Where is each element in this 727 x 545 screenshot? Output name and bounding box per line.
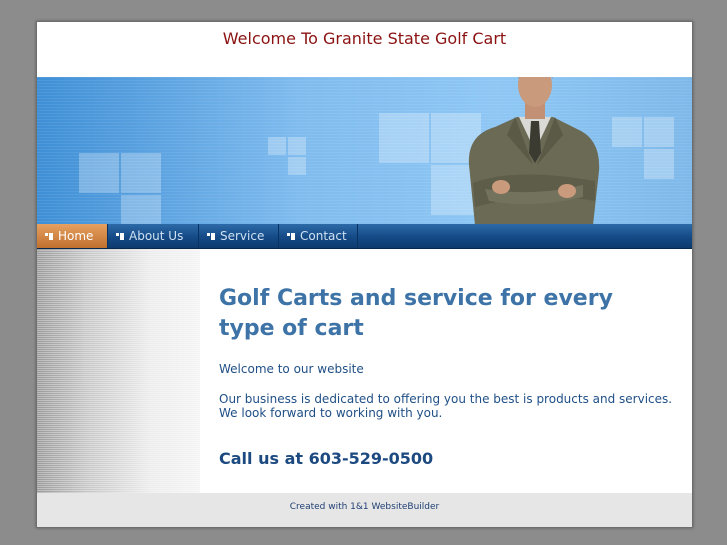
nav-service-label: Service	[220, 229, 265, 243]
page-container: Welcome To Granite State Golf Cart Home …	[36, 21, 693, 528]
banner-square	[379, 113, 429, 163]
nav-home[interactable]: Home	[37, 224, 108, 248]
nav-service[interactable]: Service	[199, 224, 279, 248]
intro-paragraph: Our business is dedicated to offering yo…	[219, 392, 673, 420]
banner-square	[612, 117, 642, 147]
nav-bullet-icon	[116, 233, 124, 240]
banner-square	[644, 149, 674, 179]
sidebar	[37, 249, 200, 493]
nav-about-us-label: About Us	[129, 229, 184, 243]
nav-contact[interactable]: Contact	[279, 224, 358, 248]
footer-credit-link[interactable]: Created with 1&1 WebsiteBuilder	[290, 502, 439, 512]
nav-home-label: Home	[58, 229, 94, 243]
banner-square	[121, 153, 161, 193]
businessman-image	[468, 77, 600, 225]
banner-square	[268, 137, 286, 155]
banner-square	[288, 157, 306, 175]
nav-contact-label: Contact	[300, 229, 347, 243]
footer: Created with 1&1 WebsiteBuilder	[37, 493, 692, 527]
banner-square	[79, 153, 119, 193]
main-content: Golf Carts and service for every type of…	[219, 284, 674, 468]
banner-square	[644, 117, 674, 147]
site-title: Welcome To Granite State Golf Cart	[222, 29, 507, 48]
page-headline: Golf Carts and service for every type of…	[219, 286, 613, 341]
main-nav: Home About Us Service Contact	[37, 224, 692, 249]
header-banner	[37, 77, 692, 225]
nav-bullet-icon	[207, 233, 215, 240]
banner-square	[288, 137, 306, 155]
nav-bullet-icon	[45, 233, 53, 240]
banner-square	[121, 195, 161, 225]
nav-about-us[interactable]: About Us	[108, 224, 199, 248]
nav-bullet-icon	[287, 233, 295, 240]
welcome-text: Welcome to our website	[219, 362, 364, 376]
phone-callout: Call us at 603-529-0500	[219, 449, 434, 468]
